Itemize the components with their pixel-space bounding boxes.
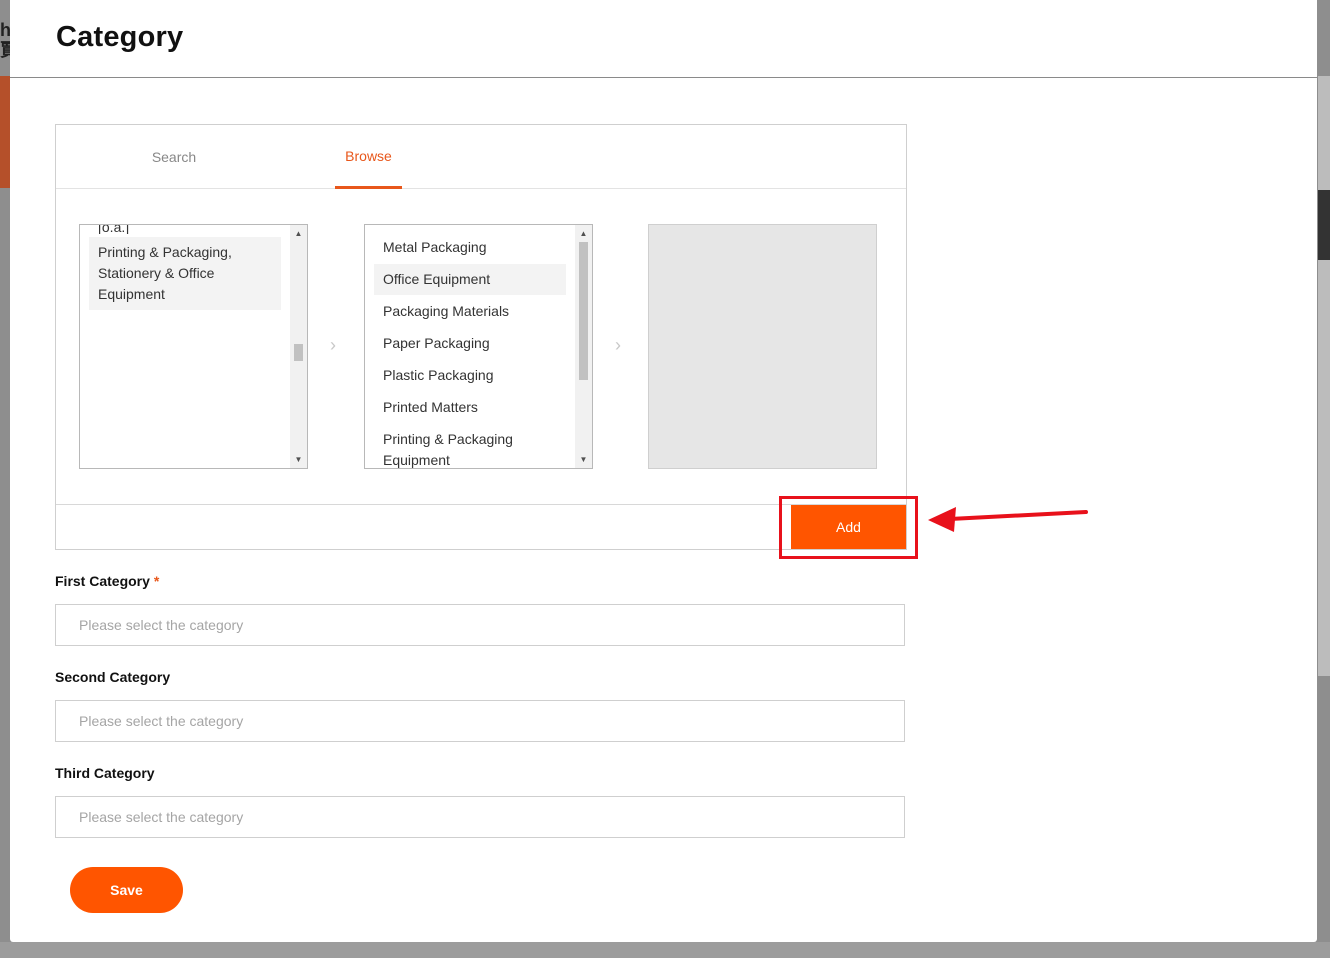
scroll-thumb[interactable]	[579, 242, 588, 380]
scroll-up-icon[interactable]: ▲	[290, 225, 307, 242]
first-category-label-text: First Category	[55, 573, 150, 589]
list-item[interactable]: Metal Packaging	[374, 232, 566, 263]
backdrop-footer	[0, 942, 1330, 958]
picker-tabs: Search Browse	[56, 125, 906, 189]
list-item-clipped[interactable]: [o.a.]	[89, 225, 281, 234]
list-item[interactable]: Printing & Packaging, Stationery & Offic…	[89, 237, 281, 310]
category-modal: Category Search Browse [o.a.] Printing &…	[10, 0, 1317, 942]
level1-category-list[interactable]: [o.a.] Printing & Packaging, Stationery …	[79, 224, 308, 469]
backdrop-banner	[0, 76, 10, 188]
list-item[interactable]: Printing & Packaging Equipment	[374, 424, 566, 468]
save-button[interactable]: Save	[70, 867, 183, 913]
tab-browse[interactable]: Browse	[335, 125, 402, 189]
third-category-input[interactable]	[55, 796, 905, 838]
tab-search[interactable]: Search	[144, 125, 204, 189]
level2-category-list[interactable]: Metal Packaging Office Equipment Packagi…	[364, 224, 593, 469]
highlight-box	[779, 496, 918, 559]
scroll-thumb[interactable]	[294, 344, 303, 361]
backdrop-side-tab[interactable]	[1318, 190, 1330, 260]
list-item[interactable]: Packaging Materials	[374, 296, 566, 327]
page-scrollbar[interactable]	[1318, 76, 1330, 676]
modal-header: Category	[10, 0, 1317, 78]
required-mark: *	[153, 573, 160, 589]
level1-scrollbar[interactable]: ▲ ▼	[290, 225, 307, 468]
modal-title: Category	[56, 21, 184, 53]
first-category-label: First Category *	[55, 573, 159, 589]
level2-scrollbar[interactable]: ▲ ▼	[575, 225, 592, 468]
annotation-arrow-icon	[928, 507, 1088, 532]
list-item[interactable]: Paper Packaging	[374, 328, 566, 359]
backdrop-logo: h 賈	[0, 20, 10, 60]
list-item[interactable]: Plastic Packaging	[374, 360, 566, 391]
list-item[interactable]: Printed Matters	[374, 392, 566, 423]
list-item[interactable]: Office Equipment	[374, 264, 566, 295]
second-category-label: Second Category	[55, 669, 171, 685]
chevron-right-icon: ›	[615, 335, 621, 355]
second-category-input[interactable]	[55, 700, 905, 742]
level3-category-list	[648, 224, 877, 469]
scroll-down-icon[interactable]: ▼	[290, 451, 307, 468]
category-picker-panel: Search Browse [o.a.] Printing & Packagin…	[55, 124, 907, 550]
scroll-up-icon[interactable]: ▲	[575, 225, 592, 242]
first-category-input[interactable]	[55, 604, 905, 646]
third-category-label: Third Category	[55, 765, 155, 781]
chevron-right-icon: ›	[330, 335, 336, 355]
scroll-down-icon[interactable]: ▼	[575, 451, 592, 468]
